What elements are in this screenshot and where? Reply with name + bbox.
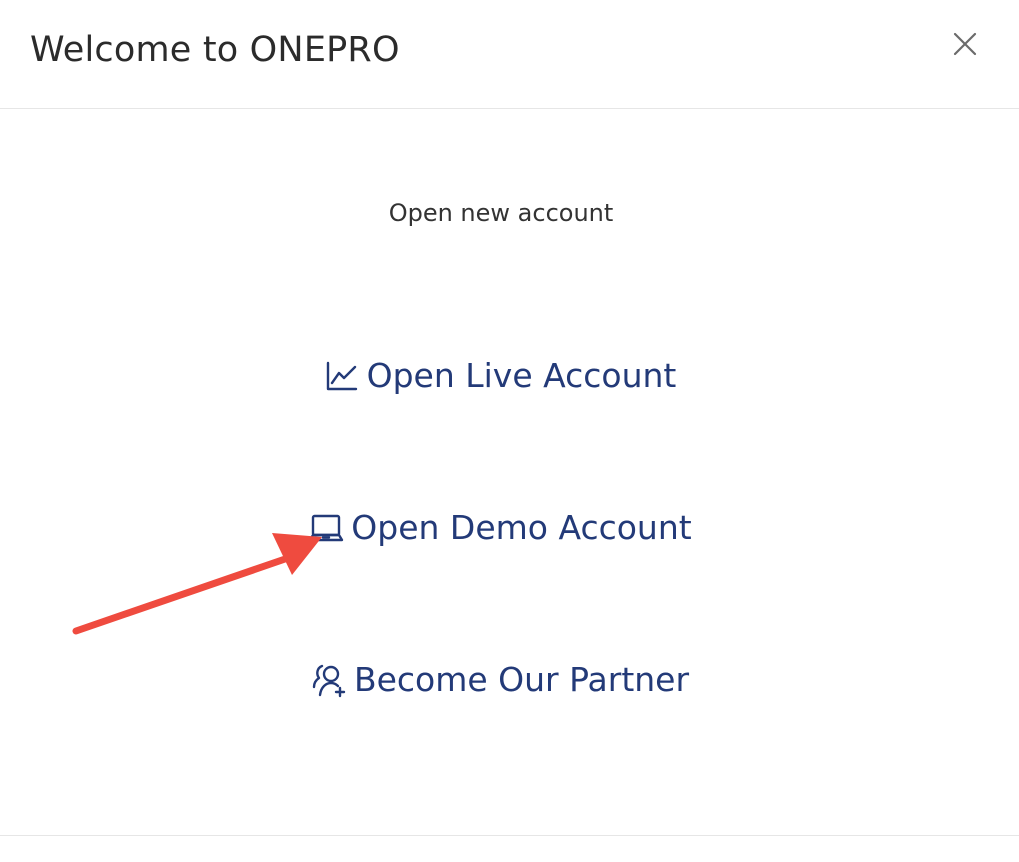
close-button[interactable] (948, 28, 982, 62)
modal-footer-divider (0, 835, 1019, 836)
become-our-partner-link[interactable]: Become Our Partner (0, 652, 1009, 708)
welcome-modal: Welcome to ONEPRO Open new account Open … (0, 0, 1019, 862)
line-chart-icon (323, 357, 361, 395)
laptop-icon (307, 509, 345, 547)
close-icon (953, 32, 977, 56)
become-our-partner-label: Become Our Partner (353, 660, 690, 699)
open-demo-account-link[interactable]: Open Demo Account (0, 500, 1009, 556)
add-user-icon (310, 661, 348, 699)
open-live-account-label: Open Live Account (366, 356, 677, 395)
annotation-arrow-icon (72, 533, 322, 635)
modal-title: Welcome to ONEPRO (30, 30, 400, 70)
open-demo-account-label: Open Demo Account (351, 508, 692, 547)
modal-header: Welcome to ONEPRO (0, 0, 1019, 109)
modal-subtitle: Open new account (388, 199, 614, 227)
open-live-account-link[interactable]: Open Live Account (0, 348, 1009, 404)
